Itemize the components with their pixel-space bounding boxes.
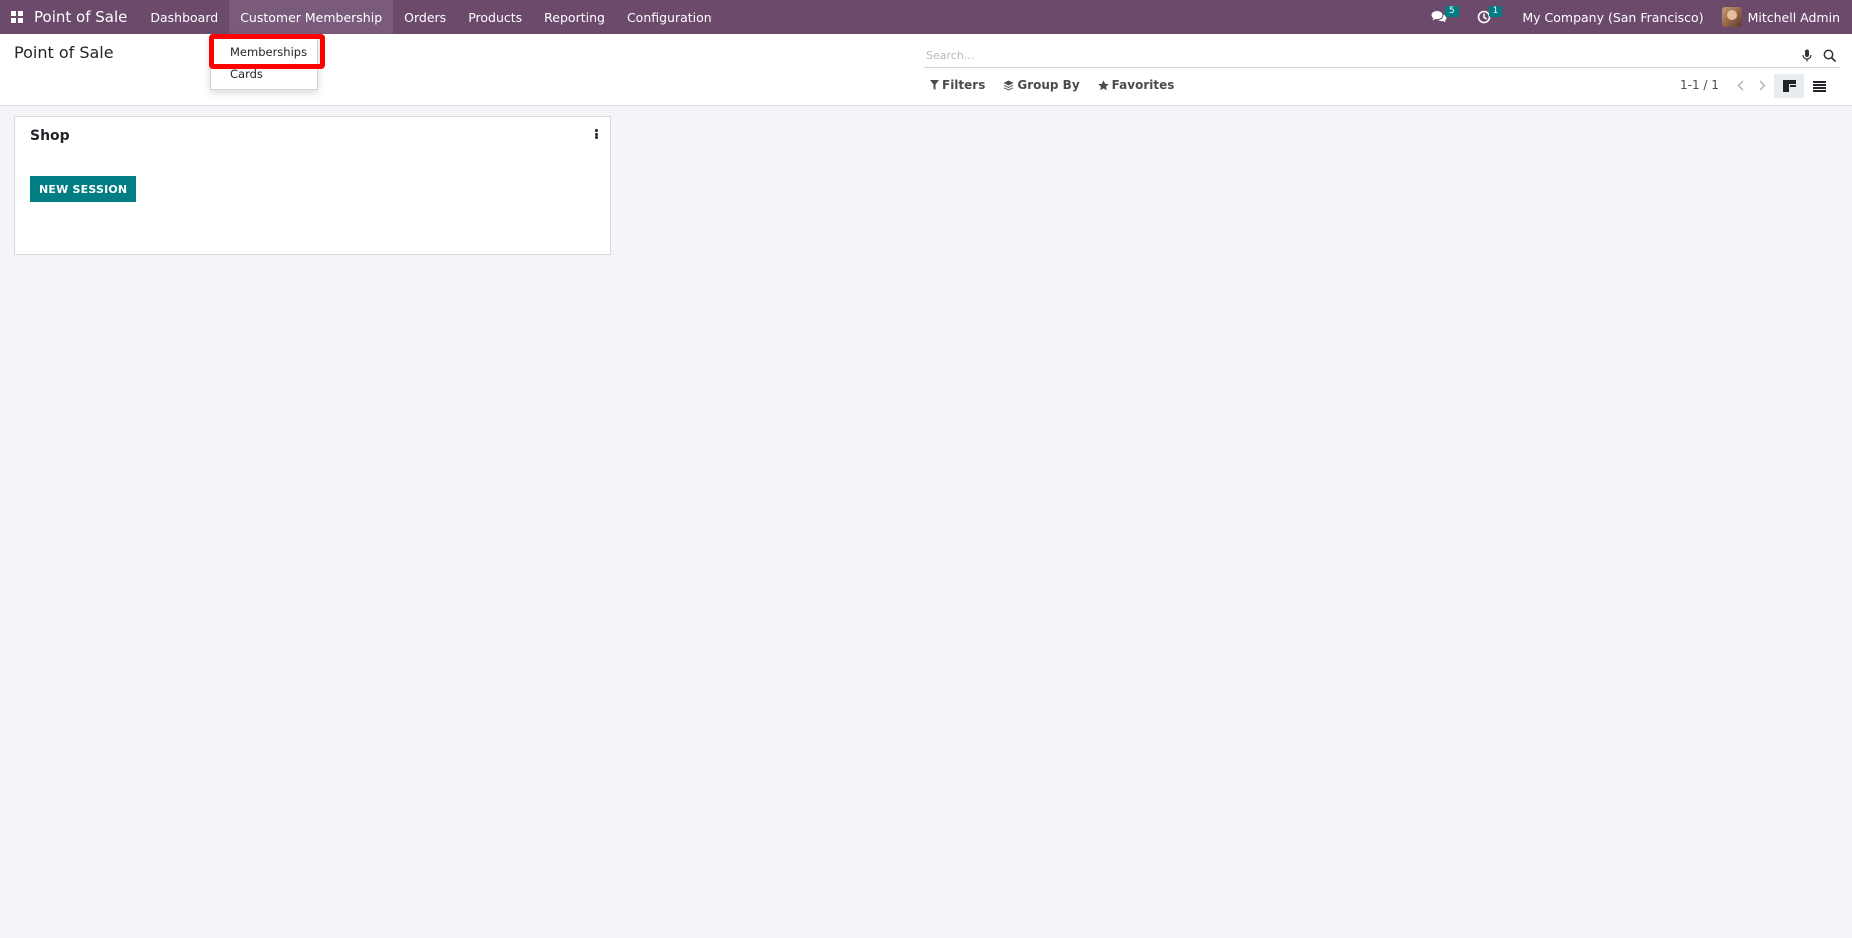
favorites-label: Favorites <box>1111 78 1175 92</box>
star-icon <box>1097 79 1109 90</box>
company-switcher[interactable]: My Company (San Francisco) <box>1512 0 1713 34</box>
menu-item-memberships[interactable]: Memberships <box>211 41 317 63</box>
menu-products[interactable]: Products <box>457 0 533 34</box>
kanban-card-shop[interactable]: Shop NEW SESSION <box>14 116 611 255</box>
messages-button[interactable]: 5 <box>1423 0 1469 34</box>
menu-dashboard[interactable]: Dashboard <box>139 0 229 34</box>
messages-badge: 5 <box>1444 5 1459 17</box>
customer-membership-dropdown: Memberships Cards <box>210 34 318 90</box>
kanban-view-button[interactable] <box>1774 74 1804 98</box>
top-navbar: Point of Sale Dashboard Customer Members… <box>0 0 1852 34</box>
group-by-button[interactable]: Group By <box>1003 78 1080 92</box>
search-icon[interactable] <box>1818 44 1840 66</box>
layers-icon <box>1003 80 1014 90</box>
menu-reporting[interactable]: Reporting <box>533 0 616 34</box>
user-menu[interactable]: Mitchell Admin <box>1714 7 1840 27</box>
menu-item-cards[interactable]: Cards <box>211 63 317 85</box>
app-name[interactable]: Point of Sale <box>34 8 127 26</box>
group-by-label: Group By <box>1017 78 1080 92</box>
card-options-icon[interactable] <box>592 127 600 141</box>
pager: 1-1 / 1 <box>1680 78 1769 92</box>
systray: 5 1 My Company (San Francisco) Mitchell … <box>1423 0 1852 34</box>
menu-customer-membership[interactable]: Customer Membership <box>229 0 394 34</box>
menu-configuration[interactable]: Configuration <box>616 0 723 34</box>
filter-icon <box>930 80 939 90</box>
list-view-button[interactable] <box>1804 74 1834 98</box>
search-input[interactable] <box>924 48 1796 62</box>
pager-value[interactable]: 1-1 / 1 <box>1680 78 1719 92</box>
pos-config-name: Shop <box>30 128 70 144</box>
list-icon <box>1812 80 1826 92</box>
favorites-button[interactable]: Favorites <box>1097 78 1175 92</box>
avatar <box>1721 7 1742 27</box>
menu-orders[interactable]: Orders <box>393 0 457 34</box>
new-session-button[interactable]: NEW SESSION <box>30 176 137 202</box>
user-name: Mitchell Admin <box>1747 9 1840 25</box>
page-title: Point of Sale <box>14 43 114 62</box>
apps-menu-icon[interactable] <box>0 0 34 34</box>
chevron-right-icon <box>1759 79 1766 91</box>
chevron-left-icon <box>1737 79 1744 91</box>
search-bar <box>924 43 1840 68</box>
microphone-icon[interactable] <box>1796 44 1818 66</box>
pager-next-button[interactable] <box>1757 79 1769 91</box>
pager-previous-button[interactable] <box>1735 79 1747 91</box>
filters-button[interactable]: Filters <box>930 78 985 92</box>
main-menu: Dashboard Customer Membership Orders Pro… <box>139 0 722 34</box>
activities-button[interactable]: 1 <box>1469 0 1513 34</box>
activities-badge: 1 <box>1488 5 1503 17</box>
kanban-icon <box>1782 80 1796 92</box>
filters-label: Filters <box>942 78 986 92</box>
search-options: Filters Group By Favorites <box>930 78 1174 92</box>
view-switcher <box>1774 74 1834 98</box>
